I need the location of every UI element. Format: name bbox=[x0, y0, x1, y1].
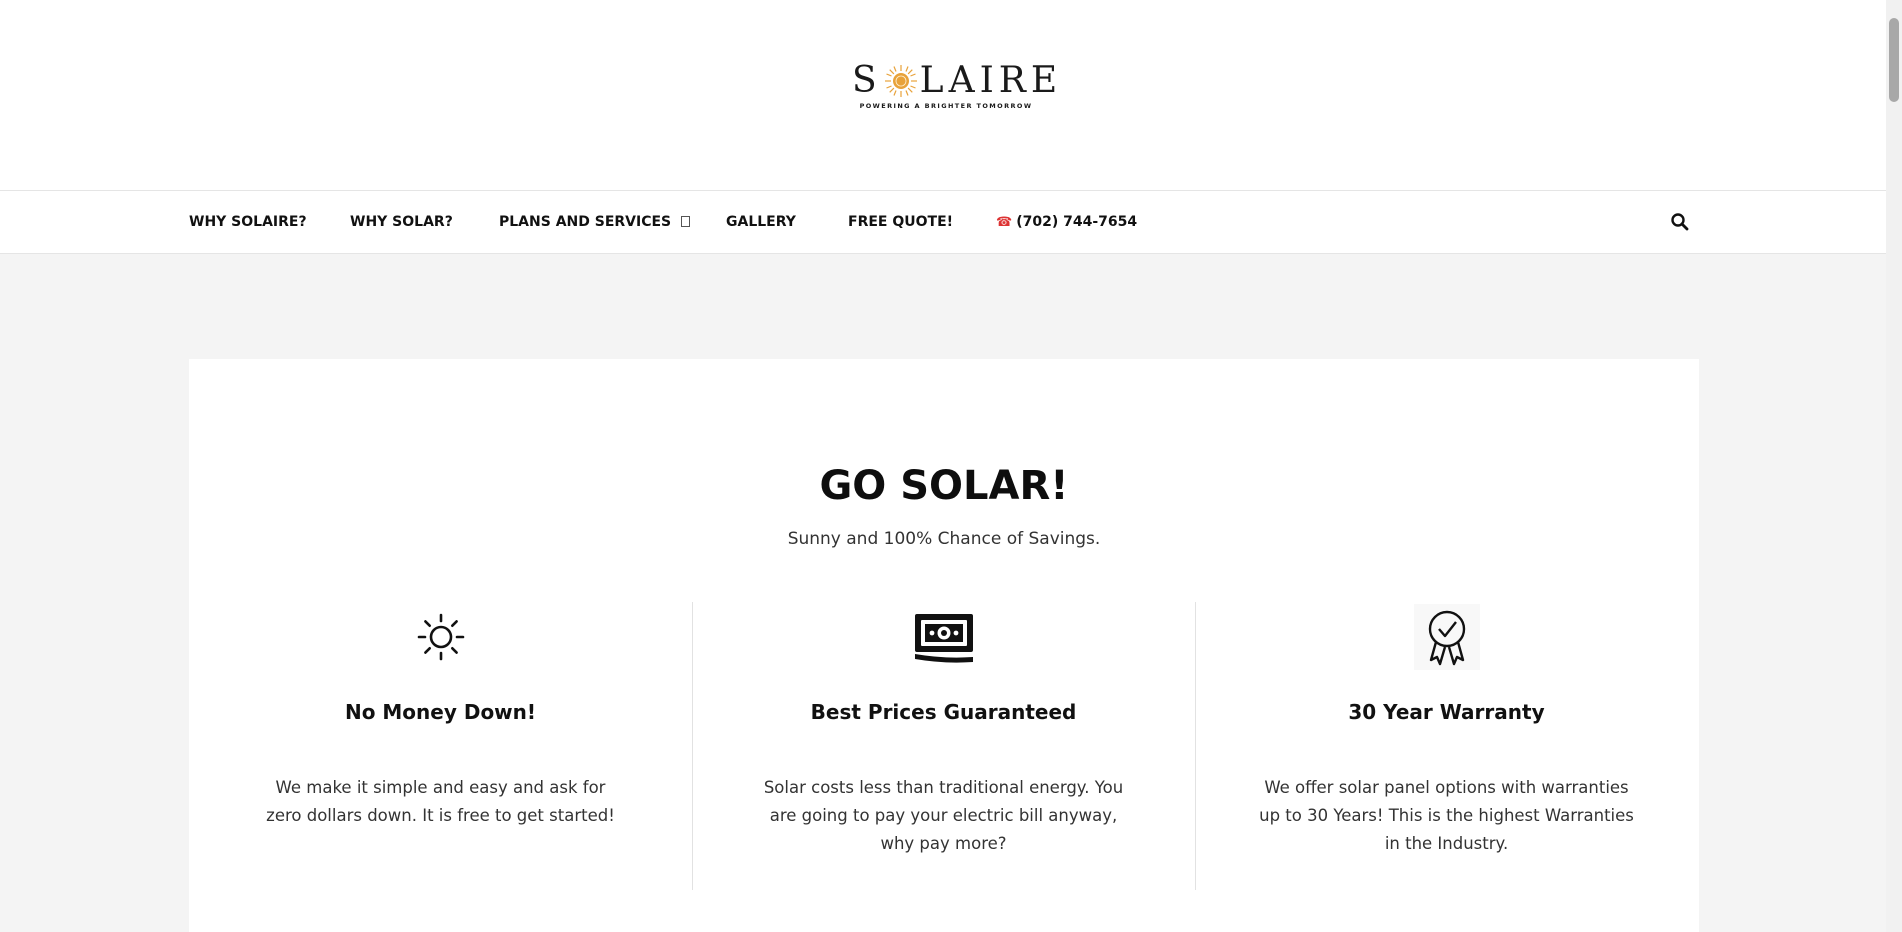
nav-plans-and-services[interactable]: PLANS AND SERVICES bbox=[499, 191, 691, 253]
search-icon[interactable] bbox=[1670, 212, 1690, 232]
feature-text: We offer solar panel options with warran… bbox=[1259, 778, 1634, 853]
award-ribbon-icon bbox=[1413, 604, 1480, 670]
feature-best-prices: Best Prices Guaranteed Solar costs less … bbox=[692, 602, 1196, 890]
feature-warranty: 30 Year Warranty We offer solar panel op… bbox=[1195, 602, 1698, 890]
phone-icon: ☎ bbox=[996, 215, 1013, 230]
logo-tagline: POWERING A BRIGHTER TOMORROW bbox=[859, 102, 1033, 110]
nav-phone[interactable]: ☎ (702) 744-7654 bbox=[996, 191, 1137, 253]
site-header: S LAIRE POWERING A BRIGHTER TOMORROW bbox=[0, 0, 1886, 191]
logo-letters-laire: LAIRE bbox=[919, 60, 1063, 101]
logo-letter-s: S bbox=[852, 60, 882, 101]
go-solar-section: GO SOLAR! Sunny and 100% Chance of Savin… bbox=[189, 359, 1699, 932]
sun-icon bbox=[417, 613, 464, 661]
nav-free-quote[interactable]: FREE QUOTE! bbox=[848, 191, 953, 253]
nav-why-solaire[interactable]: WHY SOLAIRE? bbox=[189, 191, 307, 253]
site-logo[interactable]: S LAIRE POWERING A BRIGHTER TOMORROW bbox=[852, 62, 1057, 114]
feature-title: 30 Year Warranty bbox=[1348, 700, 1545, 724]
main-nav: WHY SOLAIRE? WHY SOLAR? PLANS AND SERVIC… bbox=[0, 191, 1886, 254]
nav-gallery[interactable]: GALLERY bbox=[726, 191, 796, 253]
nav-why-solar[interactable]: WHY SOLAR? bbox=[350, 191, 453, 253]
logo-sun-icon bbox=[884, 65, 917, 97]
phone-number: (702) 744-7654 bbox=[1016, 214, 1138, 230]
scrollbar-track[interactable] bbox=[1886, 0, 1902, 932]
dropdown-caret-icon bbox=[681, 216, 691, 227]
nav-plans-label: PLANS AND SERVICES bbox=[499, 214, 672, 230]
logo-wordmark: S LAIRE bbox=[852, 62, 1062, 100]
feature-no-money-down: No Money Down! We make it simple and eas… bbox=[189, 602, 693, 890]
money-icon bbox=[914, 614, 973, 663]
section-title: GO SOLAR! bbox=[819, 463, 1069, 509]
feature-text: We make it simple and easy and ask for z… bbox=[266, 778, 615, 825]
feature-title: Best Prices Guaranteed bbox=[810, 700, 1077, 724]
feature-title: No Money Down! bbox=[344, 700, 537, 724]
scrollbar-thumb[interactable] bbox=[1889, 18, 1899, 102]
feature-text: Solar costs less than traditional energy… bbox=[763, 778, 1124, 853]
section-subtitle: Sunny and 100% Chance of Savings. bbox=[787, 529, 1101, 549]
